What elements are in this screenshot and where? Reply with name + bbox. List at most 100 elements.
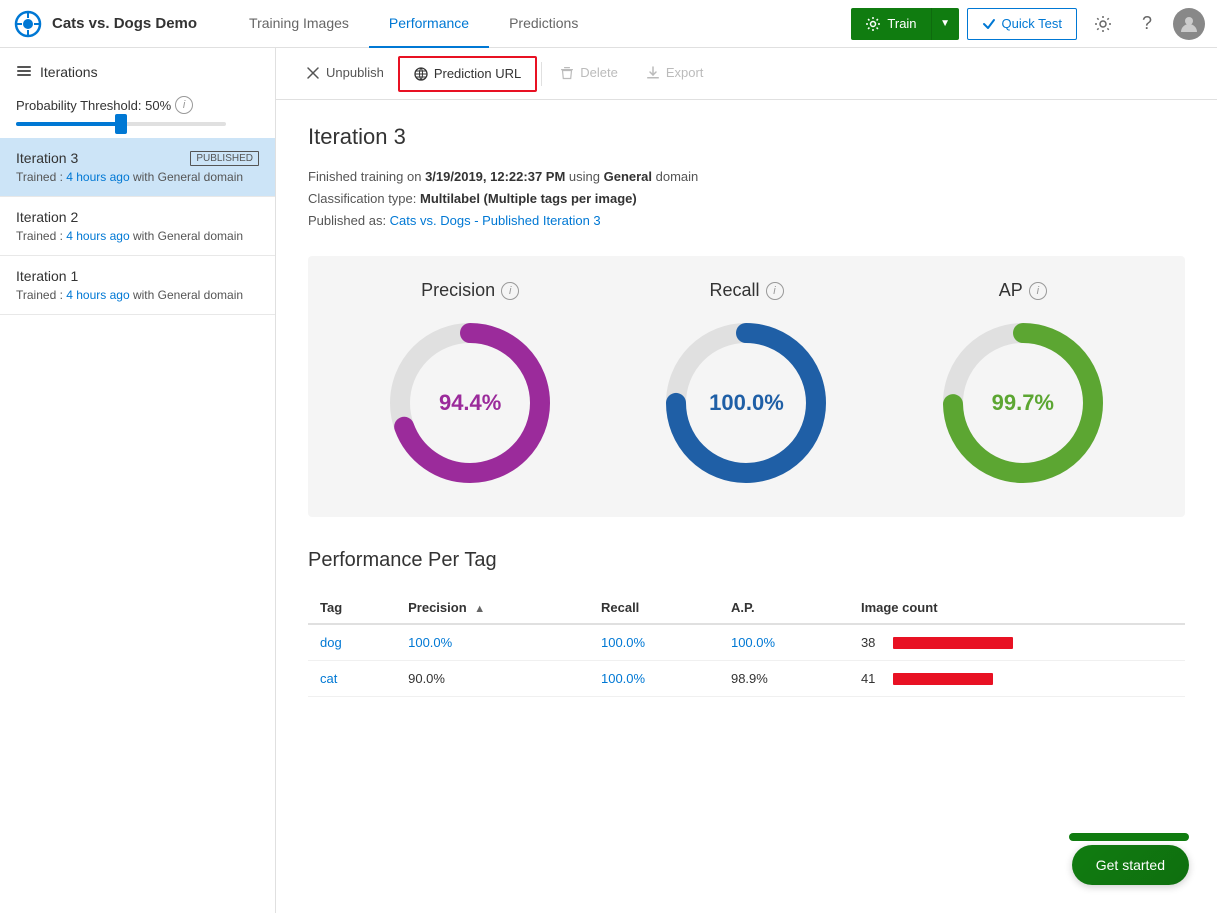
export-button[interactable]: Export [632, 48, 718, 100]
cat-count: 41 [861, 671, 885, 686]
iteration-item-1[interactable]: Iteration 1 Trained : 4 hours ago with G… [0, 256, 275, 315]
threshold-section: Probability Threshold: 50% i [0, 88, 275, 138]
cat-recall: 100.0% [589, 661, 719, 697]
quicktest-label: Quick Test [1002, 16, 1062, 31]
toolbar-separator-1 [541, 62, 542, 86]
app-title: Cats vs. Dogs Demo [52, 15, 197, 32]
tag-dog-link[interactable]: dog [320, 635, 342, 650]
info-line-1: Finished training on 3/19/2019, 12:22:37… [308, 166, 1185, 188]
sidebar-iterations: Iteration 3 PUBLISHED Trained : 4 hours … [0, 138, 275, 315]
slider-thumb[interactable] [115, 114, 127, 134]
layers-icon [16, 64, 32, 80]
tag-cat-link[interactable]: cat [320, 671, 337, 686]
iteration-item-3[interactable]: Iteration 3 PUBLISHED Trained : 4 hours … [0, 138, 275, 197]
indicator-bar [1069, 833, 1189, 841]
table-row: cat 90.0% 100.0% 98.9% 41 [308, 661, 1185, 697]
header-actions: Train ▼ Quick Test ? [851, 6, 1205, 42]
info-domain: General [604, 169, 652, 184]
dog-ap: 100.0% [719, 624, 849, 661]
iteration-item-2[interactable]: Iteration 2 Trained : 4 hours ago with G… [0, 197, 275, 256]
ap-text: AP [999, 280, 1023, 301]
content-area: Unpublish Prediction URL [276, 48, 1217, 913]
col-recall: Recall [589, 592, 719, 624]
tab-predictions[interactable]: Predictions [489, 0, 598, 48]
table-header: Tag Precision ▲ Recall A.P. Image count [308, 592, 1185, 624]
iteration-2-name: Iteration 2 [16, 209, 78, 225]
train-button[interactable]: Train [851, 8, 930, 40]
train-dropdown-button[interactable]: ▼ [931, 8, 959, 40]
recall-text: Recall [709, 280, 759, 301]
iteration-1-name: Iteration 1 [16, 268, 78, 284]
unpublish-label: Unpublish [326, 65, 384, 80]
recall-card: Recall i 100.0% [656, 280, 836, 493]
published-name-link[interactable]: Cats vs. Dogs - Published Iteration 3 [390, 213, 601, 228]
iteration-2-header: Iteration 2 [16, 209, 259, 225]
tab-training-images[interactable]: Training Images [229, 0, 369, 48]
custom-vision-icon [12, 8, 44, 40]
main-layout: Iterations Probability Threshold: 50% i … [0, 48, 1217, 913]
recall-label: Recall i [709, 280, 783, 301]
ap-value: 99.7% [992, 390, 1054, 416]
cat-bar-cell: 41 [861, 671, 1173, 686]
delete-button[interactable]: Delete [546, 48, 632, 100]
col-ap: A.P. [719, 592, 849, 624]
header: Cats vs. Dogs Demo Training Images Perfo… [0, 0, 1217, 48]
recall-chart: 100.0% [656, 313, 836, 493]
iteration-1-meta: Trained : 4 hours ago with General domai… [16, 288, 259, 302]
ap-chart: 99.7% [933, 313, 1113, 493]
iterations-label: Iterations [40, 64, 98, 80]
metrics-container: Precision i 94.4% Recall [308, 256, 1185, 517]
ap-info-icon[interactable]: i [1029, 282, 1047, 300]
train-label: Train [887, 16, 916, 31]
quick-test-button[interactable]: Quick Test [967, 8, 1077, 40]
avatar[interactable] [1173, 8, 1205, 40]
info-line-3: Published as: Cats vs. Dogs - Published … [308, 210, 1185, 232]
dog-bar [893, 637, 1013, 649]
info-classification: Multilabel (Multiple tags per image) [420, 191, 637, 206]
dog-image-count: 38 [849, 624, 1185, 661]
unpublish-button[interactable]: Unpublish [292, 48, 398, 100]
gear-icon-train [865, 16, 881, 32]
iteration-1-header: Iteration 1 [16, 268, 259, 284]
help-icon: ? [1142, 13, 1152, 34]
avatar-icon [1179, 14, 1199, 34]
tab-performance[interactable]: Performance [369, 0, 489, 48]
settings-button[interactable] [1085, 6, 1121, 42]
iteration-1-time-link[interactable]: 4 hours ago [66, 288, 129, 302]
dog-recall: 100.0% [589, 624, 719, 661]
slider-fill [16, 122, 121, 126]
table-row: dog 100.0% 100.0% 100.0% 38 [308, 624, 1185, 661]
sidebar-header: Iterations [0, 48, 275, 88]
iteration-2-time-link[interactable]: 4 hours ago [66, 229, 129, 243]
precision-label: Precision i [421, 280, 519, 301]
recall-info-icon[interactable]: i [766, 282, 784, 300]
dog-bar-cell: 38 [861, 635, 1173, 650]
cat-ap: 98.9% [719, 661, 849, 697]
col-precision[interactable]: Precision ▲ [396, 592, 589, 624]
chevron-down-icon: ▼ [940, 18, 950, 29]
prediction-url-label: Prediction URL [434, 66, 521, 81]
ap-card: AP i 99.7% [933, 280, 1113, 493]
slider-track [16, 122, 226, 126]
info-date: 3/19/2019, 12:22:37 PM [425, 169, 565, 184]
threshold-info-icon[interactable]: i [175, 96, 193, 114]
nav-tabs: Training Images Performance Predictions [229, 0, 843, 48]
iteration-2-meta: Trained : 4 hours ago with General domai… [16, 229, 259, 243]
help-button[interactable]: ? [1129, 6, 1165, 42]
prediction-url-button[interactable]: Prediction URL [398, 56, 537, 92]
toolbar: Unpublish Prediction URL [276, 48, 1217, 100]
get-started-button[interactable]: Get started [1072, 845, 1189, 885]
cat-bar [893, 673, 993, 685]
dog-count: 38 [861, 635, 885, 650]
iteration-3-header: Iteration 3 PUBLISHED [16, 150, 259, 166]
info-line-2: Classification type: Multilabel (Multipl… [308, 188, 1185, 210]
delete-label: Delete [580, 65, 618, 80]
content-scroll: Iteration 3 Finished training on 3/19/20… [276, 100, 1217, 913]
published-badge-3: PUBLISHED [190, 151, 259, 166]
train-btn-group: Train ▼ [851, 8, 958, 40]
iteration-3-time-link[interactable]: 4 hours ago [66, 170, 129, 184]
cat-image-count: 41 [849, 661, 1185, 697]
precision-info-icon[interactable]: i [501, 282, 519, 300]
dog-precision: 100.0% [396, 624, 589, 661]
unpublish-icon [306, 66, 320, 80]
